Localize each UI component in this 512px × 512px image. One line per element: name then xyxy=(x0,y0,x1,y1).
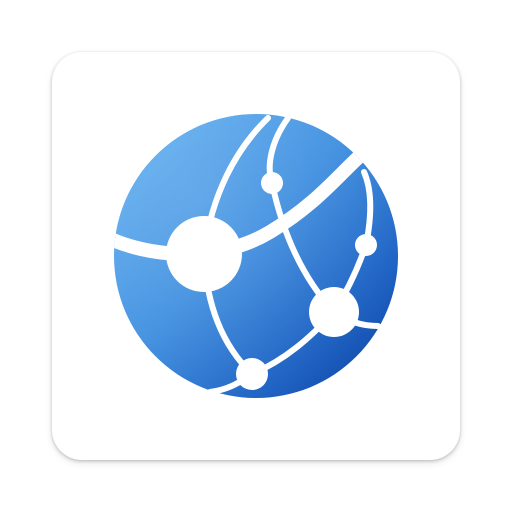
network-node-bottom xyxy=(236,358,268,390)
network-node-hub xyxy=(166,216,242,292)
network-globe-icon xyxy=(114,114,398,398)
network-node-top xyxy=(261,172,283,194)
network-node-right-large xyxy=(309,287,359,337)
network-node-right-small xyxy=(355,234,377,256)
app-icon-canvas xyxy=(0,0,512,512)
